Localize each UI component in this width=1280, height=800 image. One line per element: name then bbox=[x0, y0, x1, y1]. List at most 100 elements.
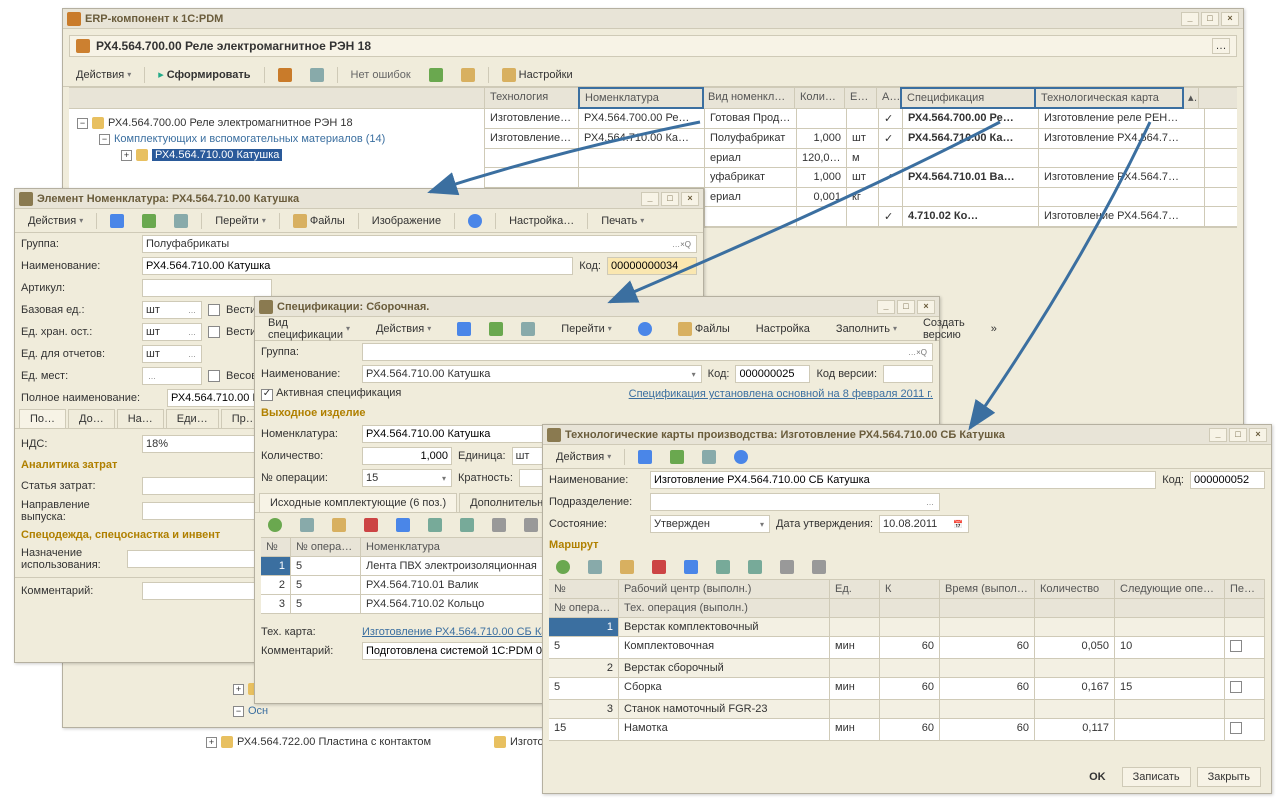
tb-icon2[interactable] bbox=[303, 65, 331, 85]
maximize-button[interactable]: □ bbox=[1201, 12, 1219, 26]
spec-op-combo[interactable]: 15▾ bbox=[362, 469, 452, 487]
tab[interactable]: До… bbox=[68, 409, 115, 428]
delete-button[interactable] bbox=[357, 515, 385, 535]
vid-menu[interactable]: Вид спецификации▾ bbox=[261, 314, 357, 344]
minimize-button[interactable]: _ bbox=[877, 300, 895, 314]
table-row[interactable]: 5Комплектовочнаямин60600,05010 bbox=[549, 637, 1265, 659]
table-row[interactable]: 15Намоткамин60600,117 bbox=[549, 719, 1265, 741]
table-row[interactable]: 3Станок намоточный FGR-23 bbox=[549, 700, 1265, 719]
goto-menu[interactable]: Перейти▾ bbox=[208, 212, 273, 230]
close-button[interactable]: × bbox=[1221, 12, 1239, 26]
dir-input[interactable] bbox=[142, 502, 272, 520]
help-button[interactable] bbox=[461, 211, 489, 231]
table-row[interactable]: 5Сборкамин60600,16715 bbox=[549, 678, 1265, 700]
vesti-check[interactable] bbox=[208, 304, 220, 316]
col-card[interactable]: Технологическая карта bbox=[1034, 87, 1184, 109]
vesti-check2[interactable] bbox=[208, 326, 220, 338]
tb-icon[interactable] bbox=[135, 211, 163, 231]
placeunit-combo[interactable]: … bbox=[142, 367, 202, 385]
tech-dept-combo[interactable]: … bbox=[650, 493, 940, 511]
name-input[interactable] bbox=[142, 257, 573, 275]
reportunit-combo[interactable]: шт… bbox=[142, 345, 202, 363]
moveup-button[interactable] bbox=[709, 557, 737, 577]
no-errors-button[interactable]: Нет ошибок bbox=[344, 66, 418, 84]
goto-menu[interactable]: Перейти▾ bbox=[554, 320, 619, 338]
setup-button[interactable]: Настройка… bbox=[502, 212, 581, 230]
save-button[interactable]: Записать bbox=[1122, 767, 1191, 787]
spec-qty-input[interactable] bbox=[362, 447, 452, 465]
maximize-button[interactable]: □ bbox=[897, 300, 915, 314]
tech-state-combo[interactable]: Утвержден▾ bbox=[650, 515, 770, 533]
weight-check[interactable] bbox=[208, 370, 220, 382]
actions-menu[interactable]: Действия▾ bbox=[549, 448, 618, 466]
edit-button[interactable] bbox=[613, 557, 641, 577]
tab[interactable]: Еди… bbox=[166, 409, 219, 428]
copy-button[interactable] bbox=[581, 557, 609, 577]
baseunit-combo[interactable]: шт… bbox=[142, 301, 202, 319]
spec-code-input[interactable] bbox=[735, 365, 810, 383]
table-row[interactable]: ериал120,000м bbox=[485, 149, 1237, 168]
spec-name-input[interactable]: РХ4.564.710.00 Катушка▾ bbox=[362, 365, 702, 383]
active-check[interactable] bbox=[261, 389, 273, 401]
col-tech[interactable]: Технология bbox=[485, 88, 579, 108]
spec-codever-input[interactable] bbox=[883, 365, 933, 383]
group-input[interactable]: Полуфабрикаты…×Q bbox=[142, 235, 697, 253]
maximize-button[interactable]: □ bbox=[1229, 428, 1247, 442]
close-button[interactable]: Закрыть bbox=[1197, 767, 1261, 787]
tree-komp[interactable]: −Комплектующих и вспомогательных материа… bbox=[77, 131, 476, 147]
delete-button[interactable] bbox=[645, 557, 673, 577]
moveup-button[interactable] bbox=[421, 515, 449, 535]
settings-button[interactable]: Настройки bbox=[495, 65, 580, 85]
art-input[interactable] bbox=[142, 279, 272, 297]
print-menu[interactable]: Печать▾ bbox=[594, 212, 651, 230]
fill-menu[interactable]: Заполнить▾ bbox=[829, 320, 904, 338]
col-nomen[interactable]: Номенклатура bbox=[578, 87, 704, 109]
table-row[interactable]: 1Верстак комплектовочный bbox=[549, 618, 1265, 637]
add-button[interactable] bbox=[549, 557, 577, 577]
movedown-button[interactable] bbox=[741, 557, 769, 577]
spec-tab-dop[interactable]: Дополнительн bbox=[459, 493, 554, 512]
more-button[interactable]: » bbox=[984, 320, 1004, 338]
form-button[interactable]: ▸Сформировать bbox=[151, 65, 257, 84]
col-vid[interactable]: Вид номенклат… bbox=[703, 88, 795, 108]
col-qty[interactable]: Колич… bbox=[795, 88, 845, 108]
spec-tab-src[interactable]: Исходные комплектующие (6 поз.) bbox=[259, 493, 457, 512]
minimize-button[interactable]: _ bbox=[1181, 12, 1199, 26]
tab[interactable]: На… bbox=[117, 409, 164, 428]
movedown-button[interactable] bbox=[453, 515, 481, 535]
files-button[interactable]: Файлы bbox=[671, 319, 737, 339]
table-row[interactable]: 2Верстак сборочный bbox=[549, 659, 1265, 678]
table-row[interactable]: уфабрикат1,000шт✓РХ4.564.710.01 Ва…Изгот… bbox=[485, 168, 1237, 188]
col-unit[interactable]: Ед… bbox=[845, 88, 877, 108]
minimize-button[interactable]: _ bbox=[1209, 428, 1227, 442]
actions-menu[interactable]: Действия▾ bbox=[369, 320, 438, 338]
collapse-icon[interactable]: − bbox=[99, 134, 110, 145]
spec-group-input[interactable]: …×Q bbox=[362, 343, 933, 361]
col-scroll-up[interactable]: ▴ bbox=[1183, 88, 1199, 108]
files-button[interactable]: Файлы bbox=[286, 211, 352, 231]
minimize-button[interactable]: _ bbox=[641, 192, 659, 206]
tech-name-input[interactable] bbox=[650, 471, 1156, 489]
table-row[interactable]: Изготовление реле …РХ4.564.700.00 Ре…Гот… bbox=[485, 109, 1237, 129]
tree-frag2[interactable]: −Осн bbox=[233, 703, 268, 719]
tb-icon4[interactable] bbox=[454, 65, 482, 85]
add-button[interactable] bbox=[261, 515, 289, 535]
tb-icon3[interactable] bbox=[422, 65, 450, 85]
edit-button[interactable] bbox=[325, 515, 353, 535]
close-button[interactable]: × bbox=[917, 300, 935, 314]
tech-code-input[interactable] bbox=[1190, 471, 1265, 489]
tb-icon[interactable] bbox=[103, 211, 131, 231]
close-button[interactable]: × bbox=[1249, 428, 1267, 442]
tree-selection[interactable]: +РХ4.564.710.00 Катушка bbox=[77, 147, 476, 163]
spec-status-link[interactable]: Спецификация установлена основной на 8 ф… bbox=[629, 388, 933, 400]
image-button[interactable]: Изображение bbox=[365, 212, 448, 230]
tree-frag3[interactable]: +РХ4.564.722.00 Пластина с контактом bbox=[206, 736, 431, 748]
tab[interactable]: По… bbox=[19, 409, 66, 428]
stat-input[interactable] bbox=[142, 477, 272, 495]
copy-button[interactable] bbox=[293, 515, 321, 535]
table-row[interactable]: Изготовление РХ4.5…РХ4.564.710.00 Ка…Пол… bbox=[485, 129, 1237, 149]
code-input[interactable] bbox=[607, 257, 697, 275]
collapse-icon[interactable]: − bbox=[77, 118, 88, 129]
expand-icon[interactable]: + bbox=[121, 150, 132, 161]
col-spec[interactable]: Спецификация bbox=[900, 87, 1036, 109]
